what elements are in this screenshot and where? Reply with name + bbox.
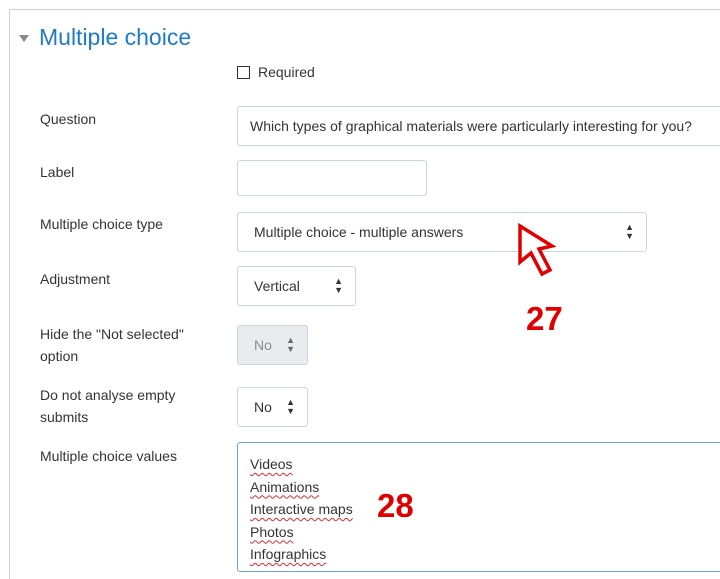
label-field-label: Label — [40, 164, 75, 180]
required-checkbox-row[interactable]: Required — [237, 64, 315, 80]
section-title: Multiple choice — [39, 24, 192, 50]
annotation-27: 27 — [526, 300, 563, 337]
up-down-arrows-icon: ▲ ▼ — [286, 397, 295, 416]
no-analyse-empty-label-line2: submits — [40, 409, 89, 425]
adjustment-select[interactable]: Vertical ▲ ▼ — [237, 266, 356, 306]
mc-values-label: Multiple choice values — [40, 448, 177, 464]
adjustment-label: Adjustment — [40, 271, 111, 287]
mc-value-line: Videos — [250, 456, 293, 472]
cursor-arrow-icon — [518, 222, 557, 277]
hide-not-selected-label: Hide the "Not selected" option — [40, 323, 184, 367]
up-down-arrows-icon: ▲ ▼ — [625, 222, 634, 241]
hide-not-selected-label-line1: Hide the "Not selected" — [40, 326, 184, 342]
section-header[interactable]: Multiple choice — [19, 24, 191, 51]
required-checkbox[interactable] — [237, 65, 250, 79]
mc-value-line: Infographics — [250, 546, 327, 562]
no-analyse-empty-label: Do not analyse empty submits — [40, 384, 175, 428]
mc-type-select[interactable]: Multiple choice - multiple answers ▲ ▼ — [237, 212, 647, 252]
question-label: Question — [40, 111, 97, 127]
no-analyse-empty-value: No — [254, 399, 272, 415]
no-analyse-empty-select[interactable]: No ▲ ▼ — [237, 387, 308, 427]
label-input[interactable] — [237, 160, 427, 196]
up-down-arrows-icon: ▲ ▼ — [334, 276, 343, 295]
required-label: Required — [258, 64, 315, 80]
no-analyse-empty-label-line1: Do not analyse empty — [40, 387, 176, 403]
mc-value-line: Photos — [250, 523, 294, 540]
adjustment-value: Vertical — [254, 278, 300, 294]
hide-not-selected-value: No — [254, 337, 272, 353]
mc-values-textarea[interactable]: Videos Animations Interactive maps Photo… — [237, 442, 720, 572]
hide-not-selected-label-line2: option — [40, 348, 79, 364]
annotation-28: 28 — [377, 487, 414, 524]
mc-type-label: Multiple choice type — [40, 216, 163, 232]
up-down-arrows-icon: ▲ ▼ — [286, 335, 295, 354]
mc-value-line: Interactive maps — [250, 501, 353, 517]
question-value: Which types of graphical materials were … — [250, 118, 692, 134]
hide-not-selected-select: No ▲ ▼ — [237, 325, 308, 365]
mc-value-line: Animations — [250, 478, 320, 495]
mc-type-value: Multiple choice - multiple answers — [254, 224, 464, 240]
caret-down-icon[interactable] — [19, 35, 29, 42]
question-input[interactable]: Which types of graphical materials were … — [237, 106, 720, 146]
